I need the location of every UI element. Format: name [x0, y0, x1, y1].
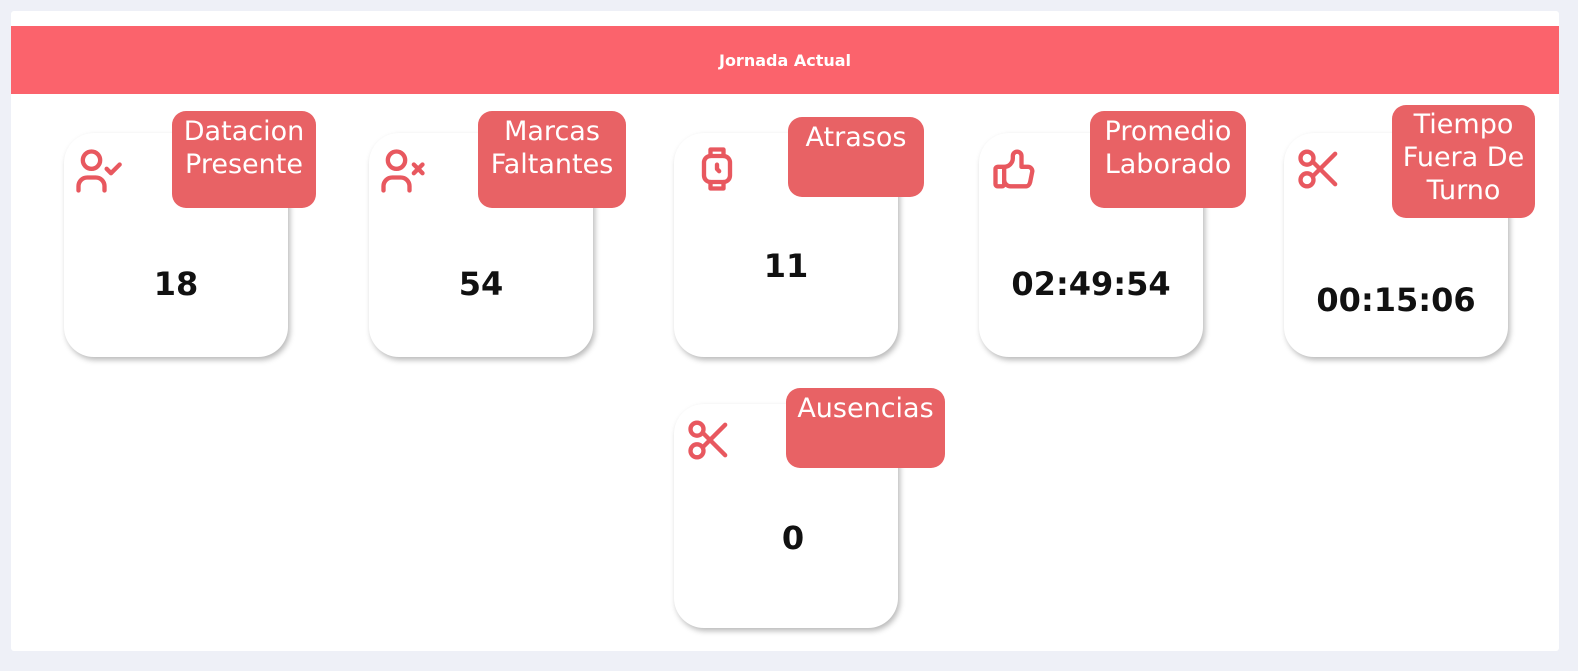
- scissors-icon: [1294, 143, 1346, 195]
- card-label-tiempo-fuera-de-turno: Tiempo Fuera De Turno: [1392, 105, 1535, 218]
- card-label-datacion-presente: Datacion Presente: [172, 111, 316, 208]
- card-label-atrasos: Atrasos: [788, 117, 924, 197]
- card-value: 11: [763, 247, 809, 285]
- user-x-icon: [377, 145, 429, 197]
- card-label-marcas-faltantes: Marcas Faltantes: [478, 111, 626, 208]
- card-label-ausencias: Ausencias: [786, 388, 945, 468]
- card-value: 02:49:54: [1011, 265, 1171, 303]
- card-value: 18: [153, 265, 199, 303]
- thumbs-up-icon: [989, 143, 1041, 195]
- card-label-promedio-laborado: Promedio Laborado: [1090, 111, 1246, 208]
- watch-icon: [691, 143, 743, 195]
- card-value: 00:15:06: [1316, 281, 1476, 319]
- panel-header: Jornada Actual: [11, 26, 1559, 94]
- card-value: 0: [781, 519, 805, 557]
- scissors-icon: [684, 414, 736, 466]
- panel-title: Jornada Actual: [718, 50, 852, 70]
- user-check-icon: [72, 145, 124, 197]
- card-value: 54: [458, 265, 504, 303]
